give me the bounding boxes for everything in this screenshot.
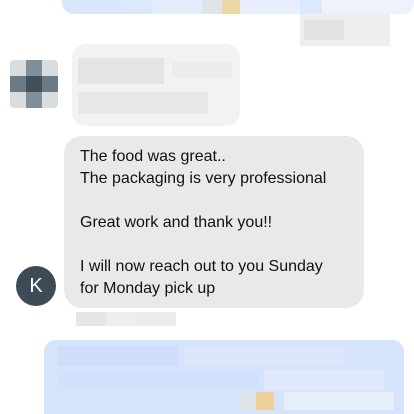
blurred-timestamp (300, 14, 390, 46)
blurred-avatar-icon[interactable] (10, 60, 58, 108)
message-bubble[interactable]: The food was great.. The packaging is ve… (64, 136, 364, 308)
blurred-status (76, 312, 176, 326)
message-line-5: for Monday pick up (80, 280, 216, 297)
blurred-outgoing-message[interactable] (44, 340, 404, 414)
contact-avatar-icon[interactable]: K (16, 266, 56, 306)
message-line-4: I will now reach out to you Sunday (80, 258, 323, 275)
message-line-3: Great work and thank you!! (80, 214, 273, 231)
message-line-2: The packaging is very professional (80, 170, 327, 187)
blurred-incoming-message[interactable] (72, 44, 240, 126)
blurred-outgoing-message[interactable] (62, 0, 414, 14)
message-line-1: The food was great.. (80, 148, 226, 165)
